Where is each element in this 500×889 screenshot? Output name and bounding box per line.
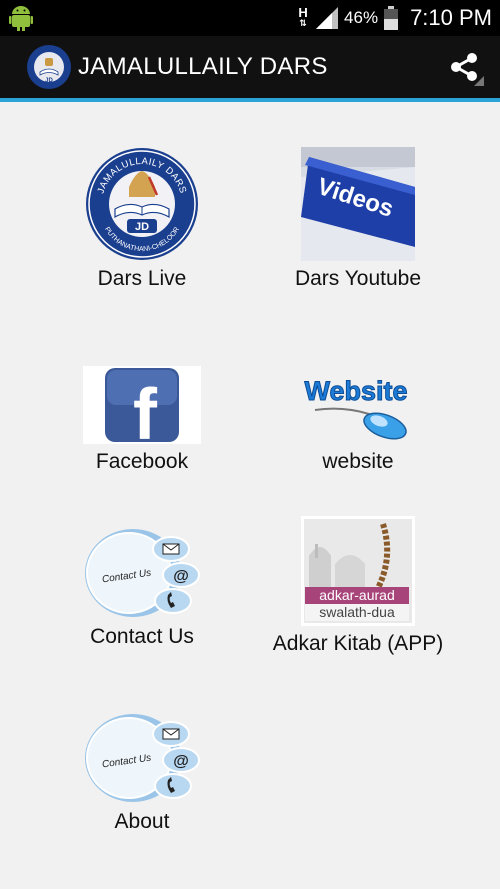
facebook-f-text: f — [133, 375, 158, 444]
dars-live-button[interactable]: JAMALULLAILY DARS PUTHANATHANI-CHELOOR J… — [37, 147, 247, 291]
clock: 7:10 PM — [410, 5, 492, 30]
app-title: JAMALULLAILY DARS — [78, 53, 328, 80]
contact-us-icon: Contact Us @ — [85, 529, 200, 617]
adkar-kitab-label: Adkar Kitab (APP) — [272, 632, 444, 655]
website-button[interactable]: Website website — [253, 366, 463, 474]
battery-percent: 46% — [344, 8, 379, 27]
adkar-kitab-button[interactable]: adkar-aurad swalath-dua Adkar Kitab (APP… — [253, 516, 463, 656]
facebook-icon: f — [83, 366, 201, 444]
action-bar: JD JAMALULLAILY DARS — [0, 36, 500, 102]
contact-us-label: Contact Us — [90, 625, 194, 648]
about-label: About — [114, 810, 170, 833]
svg-text:@: @ — [173, 568, 189, 585]
about-button[interactable]: Contact Us @ About — [37, 710, 247, 834]
adkar-image-text-2: swalath-dua — [319, 604, 395, 620]
dars-youtube-label: Dars Youtube — [294, 267, 422, 290]
app-logo-icon[interactable]: JD — [26, 44, 72, 90]
dars-youtube-button[interactable]: Videos Dars Youtube — [253, 147, 463, 291]
share-icon[interactable] — [446, 48, 484, 86]
website-image-text: Website — [304, 376, 407, 406]
logo-jd-text: JD — [135, 221, 149, 233]
dars-live-label: Dars Live — [97, 267, 187, 290]
adkar-image-text-1: adkar-aurad — [319, 587, 395, 603]
network-type: H ⇅ — [298, 5, 308, 28]
website-label: website — [322, 450, 394, 473]
svg-text:@: @ — [173, 753, 189, 770]
logo-monogram: JD — [45, 78, 53, 84]
facebook-button[interactable]: f Facebook — [37, 366, 247, 474]
signal-icon — [316, 7, 339, 29]
adkar-kitab-image: adkar-aurad swalath-dua — [301, 516, 415, 626]
battery-icon — [384, 6, 399, 30]
contact-us-icon: Contact Us @ — [85, 714, 200, 802]
status-bar: H ⇅ 46% 7:10 PM — [0, 0, 500, 36]
contact-us-button[interactable]: Contact Us @ Contact Us — [37, 525, 247, 649]
videos-key-image: Videos — [301, 147, 415, 261]
facebook-label: Facebook — [95, 450, 189, 473]
website-mouse-icon: Website — [304, 376, 408, 440]
jamalullaily-dars-logo: JAMALULLAILY DARS PUTHANATHANI-CHELOOR J… — [86, 148, 198, 260]
android-debug-icon — [9, 6, 33, 31]
